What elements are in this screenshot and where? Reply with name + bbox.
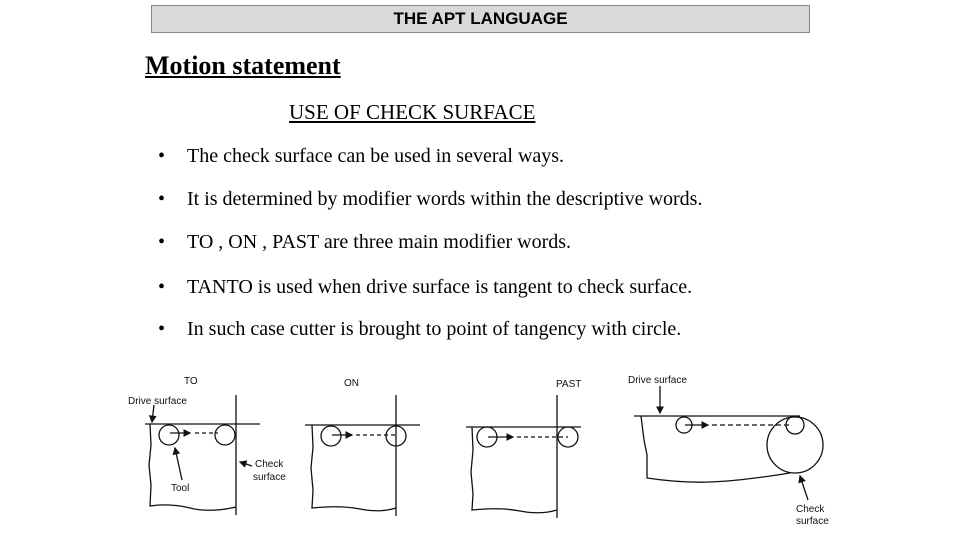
to-check-label-2: surface xyxy=(253,472,286,483)
check-surface-diagrams: TO Drive surface Check surface Tool ON P… xyxy=(128,375,829,527)
to-drive-surface-label: Drive surface xyxy=(128,396,187,407)
tanto-drive-surface-label: Drive surface xyxy=(628,375,687,386)
diagram-past xyxy=(466,395,581,518)
tanto-check-label-2: surface xyxy=(796,516,829,527)
slide: THE APT LANGUAGE Motion statement USE OF… xyxy=(0,0,960,540)
past-label: PAST xyxy=(556,379,581,390)
diagram-to xyxy=(145,395,260,515)
to-label: TO xyxy=(184,376,198,387)
diagram-on xyxy=(305,395,420,516)
on-label: ON xyxy=(344,378,359,389)
to-check-label-1: Check xyxy=(255,459,284,470)
tanto-check-label-1: Check xyxy=(796,504,825,515)
to-tool-label: Tool xyxy=(171,483,189,494)
diagram-tanto xyxy=(634,386,824,501)
